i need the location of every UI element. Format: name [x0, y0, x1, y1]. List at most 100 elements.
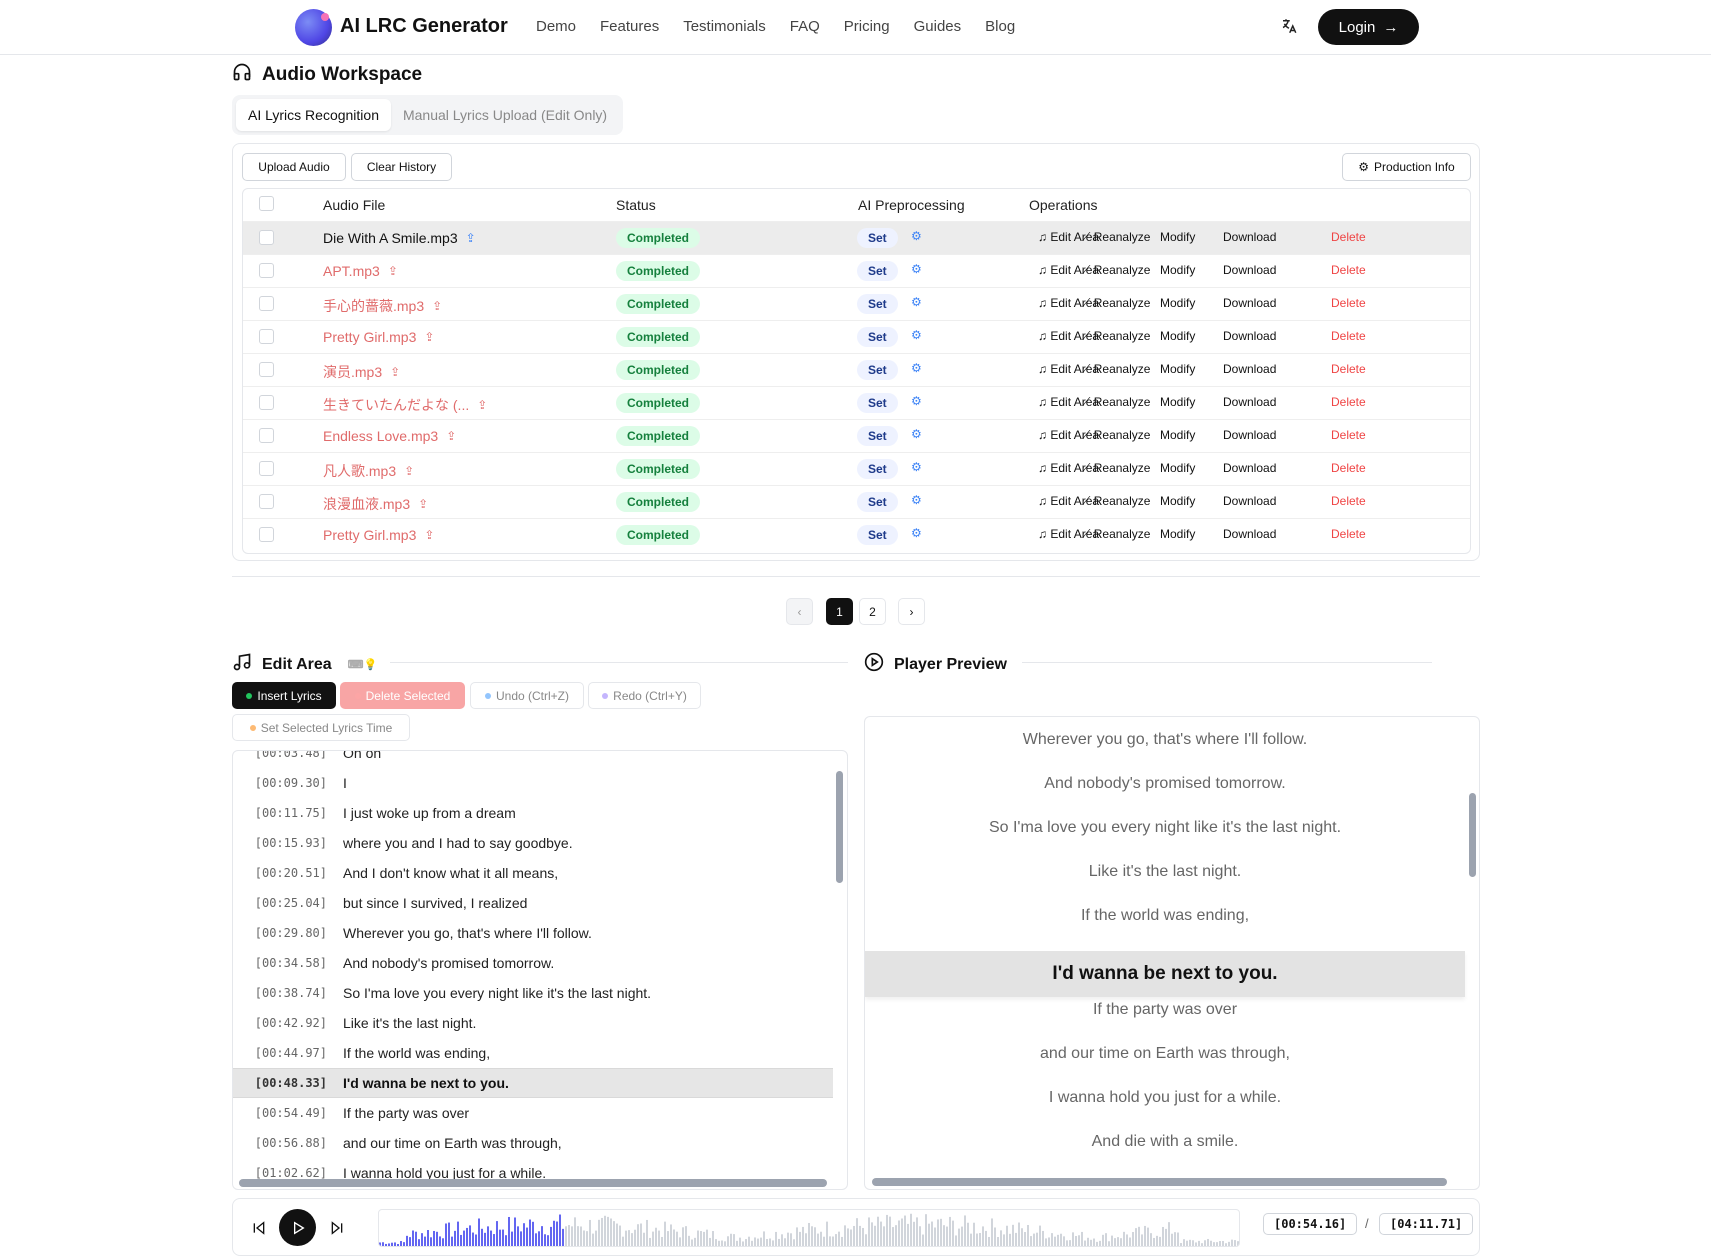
gear-icon[interactable]: ⚙ [911, 361, 922, 375]
prev-page-button[interactable]: ‹ [786, 598, 813, 625]
lyric-timestamp[interactable]: [00:34.58] [233, 956, 343, 970]
download-button[interactable]: Download [1223, 428, 1276, 442]
download-button[interactable]: Download [1223, 263, 1276, 277]
nav-link-faq[interactable]: FAQ [790, 18, 820, 35]
set-button[interactable]: Set [857, 294, 898, 314]
row-checkbox[interactable] [259, 362, 274, 377]
delete-button[interactable]: Delete [1331, 395, 1366, 409]
upload-icon[interactable]: ⇪ [432, 299, 442, 313]
lyric-text[interactable]: If the world was ending, [343, 1045, 490, 1061]
reanalyze-button[interactable]: ⟋ Reanalyze [1082, 362, 1150, 377]
lyric-line[interactable]: [00:56.88] and our time on Earth was thro… [233, 1128, 833, 1158]
lyric-line[interactable]: [00:48.33] I'd wanna be next to you. [233, 1068, 833, 1098]
page-1-button[interactable]: 1 [826, 598, 853, 625]
lyric-line[interactable]: [00:54.49] If the party was over [233, 1098, 833, 1128]
delete-button[interactable]: Delete [1331, 263, 1366, 277]
row-checkbox[interactable] [259, 494, 274, 509]
nav-link-guides[interactable]: Guides [914, 18, 962, 35]
delete-button[interactable]: Delete [1331, 494, 1366, 508]
file-name-link[interactable]: Pretty Girl.mp3 ⇪ [323, 527, 434, 543]
table-row[interactable]: Die With A Smile.mp3 ⇪ Completed Set ⚙ ♫ Edit… [243, 221, 1470, 254]
lyric-timestamp[interactable]: [00:11.75] [233, 806, 343, 820]
lyric-line[interactable]: [00:44.97] If the world was ending, [233, 1038, 833, 1068]
set-button[interactable]: Set [857, 492, 898, 512]
file-name-link[interactable]: 演员.mp3 ⇪ [323, 362, 400, 382]
file-name-link[interactable]: 手心的蔷薇.mp3 ⇪ [323, 296, 442, 316]
upload-icon[interactable]: ⇪ [424, 528, 434, 542]
nav-link-demo[interactable]: Demo [536, 18, 576, 35]
lyric-timestamp[interactable]: [00:20.51] [233, 866, 343, 880]
download-button[interactable]: Download [1223, 395, 1276, 409]
file-name-link[interactable]: 生きていたんだよな (... ⇪ [323, 395, 487, 415]
nav-link-features[interactable]: Features [600, 18, 659, 35]
upload-audio-button[interactable]: Upload Audio [242, 153, 346, 181]
gear-icon[interactable]: ⚙ [911, 328, 922, 342]
download-button[interactable]: Download [1223, 329, 1276, 343]
file-name-link[interactable]: APT.mp3 ⇪ [323, 263, 398, 279]
table-row[interactable]: Pretty Girl.mp3 ⇪ Completed Set ⚙ ♫ Edit Area… [243, 320, 1470, 353]
set-button[interactable]: Set [857, 426, 898, 446]
set-selected-time-button[interactable]: Set Selected Lyrics Time [232, 714, 410, 741]
play-button[interactable] [279, 1209, 316, 1246]
gear-icon[interactable]: ⚙ [911, 295, 922, 309]
modify-button[interactable]: Modify [1160, 362, 1195, 376]
reanalyze-button[interactable]: ⟋ Reanalyze [1082, 296, 1150, 311]
gear-icon[interactable]: ⚙ [911, 427, 922, 441]
gear-icon[interactable]: ⚙ [911, 229, 922, 243]
table-row[interactable]: 手心的蔷薇.mp3 ⇪ Completed Set ⚙ ♫ Edit Area ⟋ Rean… [243, 287, 1470, 320]
set-button[interactable]: Set [857, 360, 898, 380]
upload-icon[interactable]: ⇪ [390, 365, 400, 379]
row-checkbox[interactable] [259, 329, 274, 344]
keyboard-icon[interactable]: ⌨💡 [348, 658, 378, 671]
set-button[interactable]: Set [857, 393, 898, 413]
lyrics-vertical-scrollbar[interactable] [836, 771, 843, 883]
upload-icon[interactable]: ⇪ [446, 429, 456, 443]
tab-manual-lyrics-upload[interactable]: Manual Lyrics Upload (Edit Only) [391, 99, 619, 131]
reanalyze-button[interactable]: ⟋ Reanalyze [1082, 494, 1150, 509]
upload-icon[interactable]: ⇪ [424, 330, 434, 344]
row-checkbox[interactable] [259, 296, 274, 311]
delete-button[interactable]: Delete [1331, 428, 1366, 442]
lyric-text[interactable]: I [343, 775, 347, 791]
row-checkbox[interactable] [259, 263, 274, 278]
lyric-timestamp[interactable]: [00:48.33] [233, 1076, 343, 1090]
table-row[interactable]: 浪漫血液.mp3 ⇪ Completed Set ⚙ ♫ Edit Area ⟋ Reana… [243, 485, 1470, 518]
lyric-line[interactable]: [00:38.74] So I'ma love you every night l… [233, 978, 833, 1008]
reanalyze-button[interactable]: ⟋ Reanalyze [1082, 461, 1150, 476]
lyric-timestamp[interactable]: [00:29.80] [233, 926, 343, 940]
download-button[interactable]: Download [1223, 494, 1276, 508]
lyric-timestamp[interactable]: [00:09.30] [233, 776, 343, 790]
table-row[interactable]: Pretty Girl.mp3 ⇪ Completed Set ⚙ ♫ Edit Area… [243, 518, 1470, 551]
preview-vertical-scrollbar[interactable] [1469, 793, 1476, 877]
select-all-checkbox[interactable] [259, 196, 274, 211]
lyric-timestamp[interactable]: [00:44.97] [233, 1046, 343, 1060]
lyric-line[interactable]: [00:25.04] but since I survived, I realiz… [233, 888, 833, 918]
row-checkbox[interactable] [259, 527, 274, 542]
row-checkbox[interactable] [259, 428, 274, 443]
gear-icon[interactable]: ⚙ [911, 460, 922, 474]
gear-icon[interactable]: ⚙ [911, 394, 922, 408]
insert-lyrics-button[interactable]: Insert Lyrics [232, 682, 336, 709]
upload-icon[interactable]: ⇪ [477, 398, 487, 412]
set-button[interactable]: Set [857, 261, 898, 281]
lyric-text[interactable]: Like it's the last night. [343, 1015, 476, 1031]
delete-button[interactable]: Delete [1331, 329, 1366, 343]
modify-button[interactable]: Modify [1160, 263, 1195, 277]
lyric-timestamp[interactable]: [00:54.49] [233, 1106, 343, 1120]
skip-forward-icon[interactable] [327, 1218, 347, 1238]
lyric-line[interactable]: [00:20.51] And I don't know what it all m… [233, 858, 833, 888]
delete-selected-button[interactable]: Delete Selected [340, 682, 465, 709]
translate-icon[interactable] [1280, 17, 1298, 40]
row-checkbox[interactable] [259, 461, 274, 476]
reanalyze-button[interactable]: ⟋ Reanalyze [1082, 395, 1150, 410]
file-name-link[interactable]: 浪漫血液.mp3 ⇪ [323, 494, 428, 514]
file-name-link[interactable]: Endless Love.mp3 ⇪ [323, 428, 456, 444]
lyric-text[interactable]: but since I survived, I realized [343, 895, 527, 911]
lyric-text[interactable]: Wherever you go, that's where I'll follo… [343, 925, 592, 941]
modify-button[interactable]: Modify [1160, 494, 1195, 508]
download-button[interactable]: Download [1223, 461, 1276, 475]
modify-button[interactable]: Modify [1160, 329, 1195, 343]
lyric-text[interactable]: where you and I had to say goodbye. [343, 835, 573, 851]
lyric-text[interactable]: I just woke up from a dream [343, 805, 516, 821]
preview-horizontal-scrollbar[interactable] [872, 1178, 1447, 1186]
